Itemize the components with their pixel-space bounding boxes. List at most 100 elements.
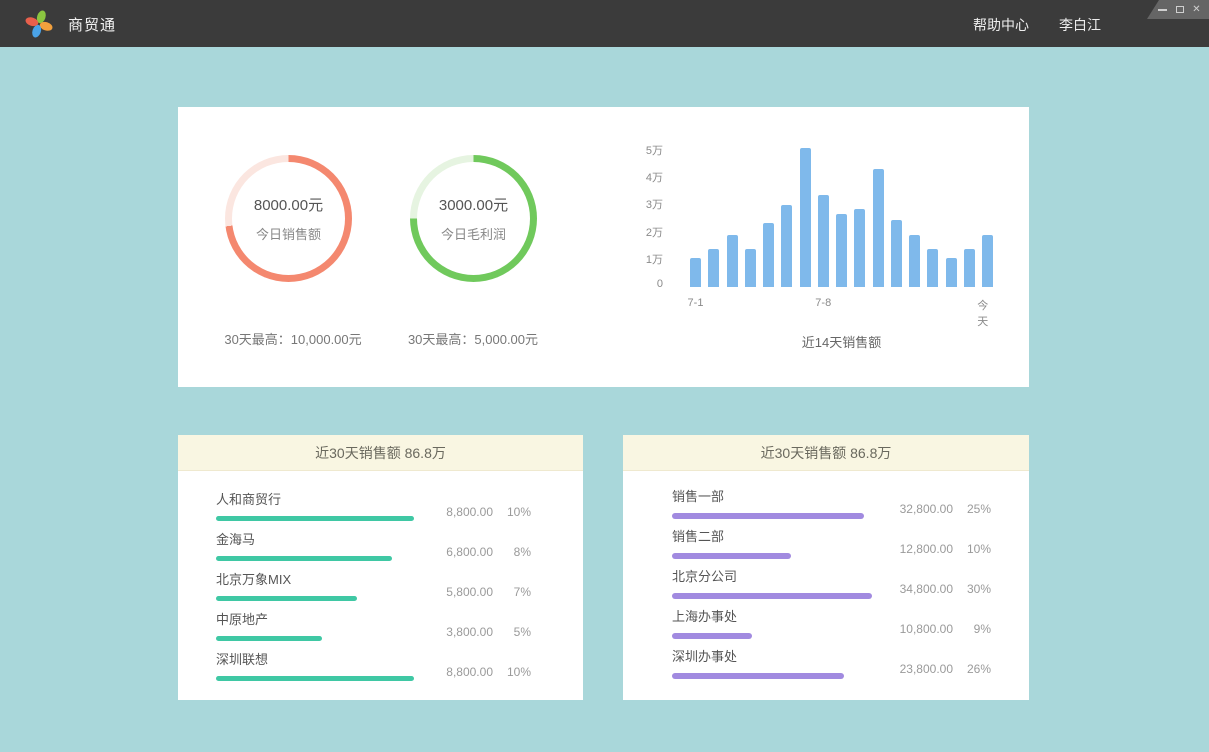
app-logo-pinwheel-icon xyxy=(24,9,54,39)
item-progress-bar xyxy=(672,513,864,519)
today-sales-value: 8000.00元 xyxy=(254,194,323,215)
list-item: 深圳办事处23,800.0026% xyxy=(672,649,1029,689)
item-amount: 8,800.00 xyxy=(413,665,493,679)
item-amount: 3,800.00 xyxy=(413,625,493,639)
close-icon[interactable]: ✕ xyxy=(1191,4,1202,15)
list-item: 销售一部32,800.0025% xyxy=(672,489,1029,529)
x-axis-tick: 7-8 xyxy=(815,297,831,309)
item-percent: 10% xyxy=(953,542,991,556)
list-item: 人和商贸行8,800.0010% xyxy=(216,492,583,532)
customer-ranking-title: 近30天销售额 86.8万 xyxy=(178,435,583,471)
item-progress-bar xyxy=(216,556,392,561)
item-values: 23,800.0026% xyxy=(873,662,991,676)
item-values: 32,800.0025% xyxy=(873,502,991,516)
chart-bar xyxy=(763,223,774,287)
item-percent: 10% xyxy=(493,665,531,679)
customer-ranking-list: 人和商贸行8,800.0010%金海马6,800.008%北京万象MIX5,80… xyxy=(178,471,583,692)
chart-bar xyxy=(781,205,792,287)
list-item: 金海马6,800.008% xyxy=(216,532,583,572)
item-percent: 25% xyxy=(953,502,991,516)
chart-bar xyxy=(909,235,920,287)
y-axis-tick: 1万 xyxy=(638,251,663,267)
chart-bar xyxy=(873,169,884,287)
x-axis-tick: 7-1 xyxy=(688,297,704,309)
x-axis-tick: 今天 xyxy=(977,297,998,329)
item-values: 6,800.008% xyxy=(413,545,531,559)
item-values: 10,800.009% xyxy=(873,622,991,636)
chart-bar xyxy=(708,249,719,287)
item-values: 8,800.0010% xyxy=(413,505,531,519)
item-values: 8,800.0010% xyxy=(413,665,531,679)
list-item: 上海办事处10,800.009% xyxy=(672,609,1029,649)
item-progress-bar xyxy=(672,553,791,559)
list-item: 北京分公司34,800.0030% xyxy=(672,569,1029,609)
item-progress-bar xyxy=(672,633,752,639)
item-progress-bar xyxy=(216,516,414,521)
chart-plot-area xyxy=(690,142,993,287)
chart-bar xyxy=(727,235,738,287)
item-percent: 5% xyxy=(493,625,531,639)
chart-bar xyxy=(745,249,756,287)
item-values: 12,800.0010% xyxy=(873,542,991,556)
item-amount: 5,800.00 xyxy=(413,585,493,599)
item-progress-bar xyxy=(216,636,322,641)
chart-bar xyxy=(946,258,957,287)
item-percent: 26% xyxy=(953,662,991,676)
department-ranking-title: 近30天销售额 86.8万 xyxy=(623,435,1029,471)
item-progress-bar xyxy=(672,673,844,679)
item-amount: 34,800.00 xyxy=(873,582,953,596)
today-sales-donut: 8000.00元 今日销售额 xyxy=(225,155,352,282)
today-profit-value: 3000.00元 xyxy=(439,194,508,215)
item-amount: 10,800.00 xyxy=(873,622,953,636)
item-amount: 23,800.00 xyxy=(873,662,953,676)
minimize-icon[interactable] xyxy=(1157,4,1168,15)
item-values: 3,800.005% xyxy=(413,625,531,639)
item-percent: 30% xyxy=(953,582,991,596)
chart-bar xyxy=(982,235,993,287)
item-percent: 8% xyxy=(493,545,531,559)
list-item: 北京万象MIX5,800.007% xyxy=(216,572,583,612)
chart-title: 近14天销售额 xyxy=(690,332,993,351)
y-axis-tick: 2万 xyxy=(638,224,663,240)
chart-bar xyxy=(690,258,701,287)
overview-card: 8000.00元 今日销售额 3000.00元 今日毛利润 30天最高：10,0… xyxy=(178,107,1029,387)
list-item: 销售二部12,800.0010% xyxy=(672,529,1029,569)
chart-bar xyxy=(818,195,829,287)
item-percent: 10% xyxy=(493,505,531,519)
list-item: 深圳联想8,800.0010% xyxy=(216,652,583,692)
item-amount: 6,800.00 xyxy=(413,545,493,559)
item-values: 5,800.007% xyxy=(413,585,531,599)
sales-14day-bar-chart: 01万2万3万4万5万 7-17-8今天 近14天销售额 xyxy=(638,137,1008,362)
chart-bar xyxy=(800,148,811,287)
today-sales-label: 今日销售额 xyxy=(256,224,321,243)
item-amount: 8,800.00 xyxy=(413,505,493,519)
department-ranking-list: 销售一部32,800.0025%销售二部12,800.0010%北京分公司34,… xyxy=(623,471,1029,689)
item-progress-bar xyxy=(216,676,414,681)
item-amount: 12,800.00 xyxy=(873,542,953,556)
help-center-link[interactable]: 帮助中心 xyxy=(973,15,1029,35)
user-menu[interactable]: 李白江 xyxy=(1059,15,1101,35)
app-title: 商贸通 xyxy=(68,14,116,35)
profit-30day-max: 30天最高：5,000.00元 xyxy=(358,329,588,348)
window-controls: ✕ xyxy=(1147,0,1209,19)
today-profit-label: 今日毛利润 xyxy=(441,224,506,243)
customer-sales-ranking-card: 近30天销售额 86.8万 人和商贸行8,800.0010%金海马6,800.0… xyxy=(178,435,583,700)
list-item: 中原地产3,800.005% xyxy=(216,612,583,652)
item-percent: 9% xyxy=(953,622,991,636)
chart-bar xyxy=(891,220,902,287)
y-axis-tick: 4万 xyxy=(638,169,663,185)
window-titlebar: 商贸通 帮助中心 李白江 ✕ xyxy=(0,0,1209,47)
chart-bar xyxy=(964,249,975,287)
today-profit-donut: 3000.00元 今日毛利润 xyxy=(410,155,537,282)
chart-bar xyxy=(836,214,847,287)
item-progress-bar xyxy=(216,596,357,601)
item-amount: 32,800.00 xyxy=(873,502,953,516)
item-values: 34,800.0030% xyxy=(873,582,991,596)
item-percent: 7% xyxy=(493,585,531,599)
maximize-icon[interactable] xyxy=(1174,4,1185,15)
chart-bar xyxy=(927,249,938,287)
item-progress-bar xyxy=(672,593,872,599)
department-sales-ranking-card: 近30天销售额 86.8万 销售一部32,800.0025%销售二部12,800… xyxy=(623,435,1029,700)
y-axis-tick: 0 xyxy=(638,278,663,290)
y-axis-tick: 3万 xyxy=(638,196,663,212)
